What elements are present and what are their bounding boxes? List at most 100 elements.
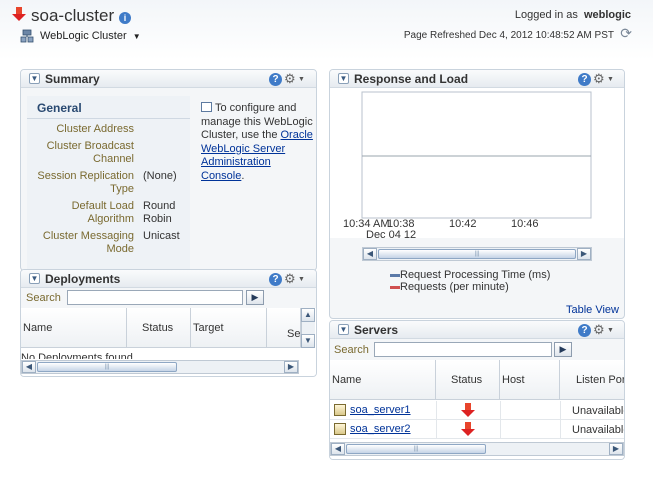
column-header-status[interactable]: Status bbox=[436, 360, 500, 400]
status-down-icon bbox=[461, 422, 475, 436]
empty-message: No Deployments found. bbox=[21, 352, 136, 359]
page-refreshed-text: Page Refreshed Dec 4, 2012 10:48:52 AM P… bbox=[403, 30, 614, 41]
field-value: (None) bbox=[143, 170, 177, 182]
chevron-down-icon[interactable]: ▼ bbox=[607, 327, 614, 334]
response-load-header: ▼ Response and Load ? ⚙ ▼ bbox=[330, 70, 624, 88]
username: weblogic bbox=[583, 9, 631, 21]
login-info: Logged in as weblogic bbox=[515, 9, 631, 21]
configure-info-end: . bbox=[241, 169, 245, 182]
deployments-search-input[interactable] bbox=[67, 290, 243, 305]
scroll-up-button[interactable]: ▲ bbox=[301, 308, 315, 322]
general-section: General Cluster Address Cluster Broadcas… bbox=[27, 96, 190, 270]
gear-icon[interactable]: ⚙ bbox=[284, 72, 296, 85]
deployments-panel: ▼ Deployments ? ⚙ ▼ Search ▶ Name Status… bbox=[20, 269, 317, 377]
help-icon[interactable]: ? bbox=[269, 73, 282, 86]
help-icon[interactable]: ? bbox=[578, 324, 591, 337]
chevron-down-icon[interactable]: ▼ bbox=[298, 76, 305, 83]
page-title: soa-cluster bbox=[31, 6, 115, 25]
plot-area bbox=[361, 91, 592, 219]
search-go-button[interactable]: ▶ bbox=[554, 342, 572, 357]
chevron-down-icon[interactable]: ▼ bbox=[607, 76, 614, 83]
general-tab: General bbox=[37, 101, 82, 115]
servers-search-input[interactable] bbox=[374, 342, 552, 357]
chart-scrollbar[interactable]: ◀ ||| ▶ bbox=[362, 247, 592, 261]
scroll-thumb[interactable]: ||| bbox=[37, 362, 177, 372]
target-menu-label: WebLogic Cluster bbox=[40, 30, 127, 42]
scroll-left-button[interactable]: ◀ bbox=[22, 361, 36, 373]
legend-item: Requests (per minute) bbox=[390, 281, 550, 293]
vertical-scrollbar-track[interactable] bbox=[301, 322, 315, 334]
legend-item: Request Processing Time (ms) bbox=[390, 269, 550, 281]
deployments-header: ▼ Deployments ? ⚙ ▼ bbox=[21, 270, 316, 288]
scroll-right-button[interactable]: ▶ bbox=[284, 361, 298, 373]
field-label: Default Load Algorithm bbox=[71, 200, 134, 225]
deployments-title: Deployments bbox=[45, 272, 121, 286]
servers-title: Servers bbox=[354, 323, 399, 337]
table-view-link[interactable]: Table View bbox=[566, 304, 619, 316]
table-row[interactable]: soa_server1 Unavailable bbox=[330, 401, 625, 420]
legend-label: Request Processing Time (ms) bbox=[400, 269, 551, 281]
search-label: Search bbox=[26, 292, 61, 304]
scroll-left-button[interactable]: ◀ bbox=[363, 248, 377, 260]
summary-header: ▼ Summary ? ⚙ ▼ bbox=[21, 70, 316, 88]
listen-port-value: Unavailable bbox=[572, 405, 625, 417]
info-icon[interactable]: i bbox=[119, 12, 131, 24]
response-load-panel: ▼ Response and Load ? ⚙ ▼ 10:34 AM 10:38 1… bbox=[329, 69, 625, 319]
scroll-left-button[interactable]: ◀ bbox=[331, 443, 345, 455]
help-icon[interactable]: ? bbox=[578, 73, 591, 86]
gear-icon[interactable]: ⚙ bbox=[284, 272, 296, 285]
column-header-name[interactable]: Name bbox=[330, 360, 436, 400]
column-header-name[interactable]: Name bbox=[21, 308, 127, 348]
response-load-chart: 10:34 AM10:38 10:42 10:46 Dec 04 12 bbox=[330, 88, 624, 238]
column-header-status[interactable]: Status bbox=[127, 308, 191, 348]
collapse-icon[interactable]: ▼ bbox=[29, 73, 40, 84]
deployments-table: Name Status Target Se No Deployments fou… bbox=[21, 308, 316, 376]
listen-port-value: Unavailable bbox=[572, 424, 625, 436]
collapse-icon[interactable]: ▼ bbox=[338, 73, 349, 84]
response-load-title: Response and Load bbox=[354, 72, 469, 86]
scroll-thumb[interactable]: ||| bbox=[378, 249, 576, 259]
search-label: Search bbox=[334, 344, 369, 356]
x-sublabel: Dec 04 12 bbox=[366, 229, 416, 238]
help-icon[interactable]: ? bbox=[269, 273, 282, 286]
servers-table: Name Status Host Listen Por soa_server1 … bbox=[330, 360, 625, 459]
scroll-right-button[interactable]: ▶ bbox=[577, 248, 591, 260]
chevron-down-icon: ▼ bbox=[132, 32, 141, 41]
column-header-se[interactable]: Se bbox=[267, 308, 301, 348]
server-name-link[interactable]: soa_server1 bbox=[350, 404, 411, 416]
external-link-icon bbox=[201, 102, 212, 112]
logged-in-label: Logged in as bbox=[514, 9, 578, 21]
cluster-target-icon bbox=[20, 29, 34, 43]
collapse-icon[interactable]: ▼ bbox=[29, 273, 40, 284]
x-tick-label: 10:46 bbox=[511, 218, 539, 230]
summary-title: Summary bbox=[45, 72, 100, 86]
field-value: Unicast bbox=[143, 230, 180, 242]
server-icon bbox=[334, 423, 346, 435]
horizontal-scrollbar[interactable]: ◀ ||| ▶ bbox=[21, 360, 299, 374]
server-name-link[interactable]: soa_server2 bbox=[350, 423, 411, 435]
x-tick-label: 10:42 bbox=[449, 218, 477, 230]
scroll-thumb[interactable]: ||| bbox=[346, 444, 486, 454]
gear-icon[interactable]: ⚙ bbox=[593, 323, 605, 336]
column-header-target[interactable]: Target bbox=[191, 308, 267, 348]
field-label: Cluster Messaging Mode bbox=[42, 230, 134, 255]
field-label: Session Replication Type bbox=[37, 170, 134, 195]
field-label: Cluster Broadcast Channel bbox=[46, 140, 134, 165]
column-header-host[interactable]: Host bbox=[500, 360, 560, 400]
status-down-icon bbox=[461, 403, 475, 417]
scroll-down-button[interactable]: ▼ bbox=[301, 334, 315, 348]
column-header-listen-port[interactable]: Listen Por bbox=[560, 360, 624, 400]
servers-header: ▼ Servers ? ⚙ ▼ bbox=[330, 321, 624, 339]
collapse-icon[interactable]: ▼ bbox=[338, 324, 349, 335]
search-go-button[interactable]: ▶ bbox=[246, 290, 264, 305]
target-menu[interactable]: WebLogic Cluster ▼ bbox=[40, 30, 141, 42]
gear-icon[interactable]: ⚙ bbox=[593, 72, 605, 85]
chevron-down-icon[interactable]: ▼ bbox=[298, 276, 305, 283]
legend-label: Requests (per minute) bbox=[400, 281, 509, 293]
horizontal-scrollbar[interactable]: ◀ ||| ▶ bbox=[330, 442, 624, 456]
table-row[interactable]: soa_server2 Unavailable bbox=[330, 420, 625, 439]
scroll-right-button[interactable]: ▶ bbox=[609, 443, 623, 455]
chart-legend: Request Processing Time (ms) Requests (p… bbox=[390, 269, 550, 293]
refresh-icon[interactable]: ⟳ bbox=[620, 25, 632, 42]
servers-panel: ▼ Servers ? ⚙ ▼ Search ▶ Name Status Hos… bbox=[329, 320, 625, 460]
